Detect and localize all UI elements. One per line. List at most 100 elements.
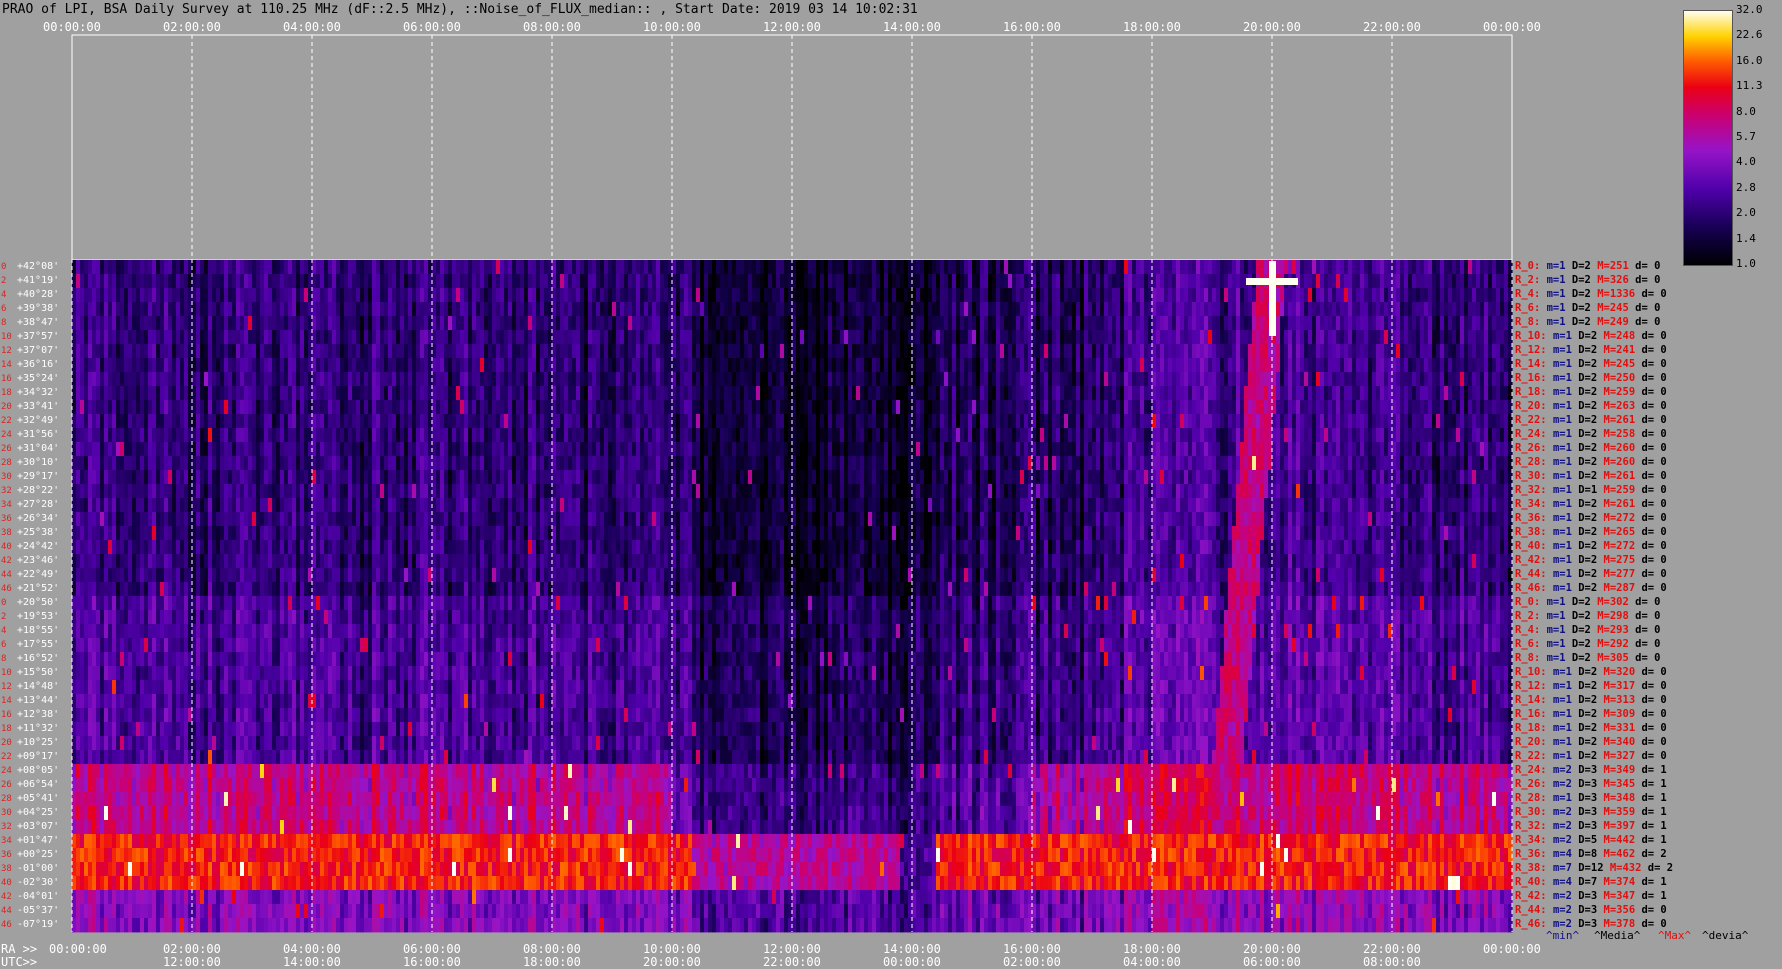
heatmap-cell [1116, 358, 1121, 372]
heatmap-cell [412, 302, 417, 316]
heatmap-cell [396, 344, 401, 358]
heatmap-cell [880, 372, 885, 386]
heatmap-cell [804, 428, 809, 442]
heatmap-cell [664, 302, 669, 316]
heatmap-cell [1192, 414, 1197, 428]
heatmap-cell [252, 400, 257, 414]
heatmap-cell [560, 442, 565, 456]
heatmap-cell [288, 428, 293, 442]
heatmap-cell [288, 316, 293, 330]
heatmap-cell [1272, 400, 1277, 414]
heatmap-cell [480, 414, 485, 428]
heatmap-cell [592, 428, 597, 442]
heatmap-cell [1088, 358, 1093, 372]
heatmap-cell [464, 428, 469, 442]
heatmap-cell [1020, 400, 1025, 414]
heatmap-cell [692, 330, 697, 344]
heatmap-cell [1176, 274, 1181, 288]
heatmap-cell [660, 414, 665, 428]
heatmap-cell [420, 414, 425, 428]
heatmap-cell [1160, 330, 1165, 344]
heatmap-cell [444, 302, 449, 316]
heatmap-cell [1140, 344, 1145, 358]
heatmap-cell [1004, 344, 1009, 358]
heatmap-cell [232, 274, 237, 288]
heatmap-cell [1072, 414, 1077, 428]
heatmap-cell [932, 302, 937, 316]
heatmap-cell [400, 428, 405, 442]
heatmap-cell [116, 428, 121, 442]
heatmap-cell [640, 372, 645, 386]
heatmap-cell [344, 372, 349, 386]
heatmap-cell [324, 428, 329, 442]
heatmap-cell [920, 344, 925, 358]
heatmap-cell [796, 414, 801, 428]
heatmap-cell [508, 274, 513, 288]
heatmap-cell [320, 344, 325, 358]
heatmap-cell [1492, 260, 1497, 274]
heatmap-cell [1348, 400, 1353, 414]
heatmap-cell [1192, 400, 1197, 414]
heatmap-cell [1112, 344, 1117, 358]
heatmap-cell [76, 302, 81, 316]
heatmap-cell [292, 358, 297, 372]
heatmap-cell [1492, 302, 1497, 316]
heatmap-cell [1320, 260, 1325, 274]
heatmap-cell [160, 274, 165, 288]
heatmap-cell [620, 428, 625, 442]
heatmap-cell [1176, 400, 1181, 414]
heatmap-cell [932, 288, 937, 302]
heatmap-cell [1276, 316, 1281, 330]
heatmap-cell [900, 274, 905, 288]
heatmap-cell [424, 372, 429, 386]
heatmap-cell [1352, 386, 1357, 400]
heatmap-cell [364, 358, 369, 372]
heatmap-cell [1112, 358, 1117, 372]
heatmap-cell [648, 274, 653, 288]
heatmap-cell [448, 428, 453, 442]
heatmap-cell [1496, 288, 1501, 302]
heatmap-cell [776, 260, 781, 274]
heatmap-cell [284, 442, 289, 456]
heatmap-cell [320, 386, 325, 400]
heatmap-cell [1136, 358, 1141, 372]
heatmap-cell [1112, 302, 1117, 316]
heatmap-cell [252, 302, 257, 316]
heatmap-cell [624, 372, 629, 386]
heatmap-cell [312, 414, 317, 428]
heatmap-cell [1224, 274, 1229, 288]
heatmap-cell [532, 316, 537, 330]
heatmap-cell [1456, 372, 1461, 386]
heatmap-cell [276, 302, 281, 316]
heatmap-cell [1492, 344, 1497, 358]
heatmap-cell [1208, 302, 1213, 316]
heatmap-cell [1008, 344, 1013, 358]
heatmap-cell [1344, 372, 1349, 386]
heatmap-cell [392, 274, 397, 288]
heatmap-cell [272, 274, 277, 288]
heatmap-cell [1440, 372, 1445, 386]
heatmap-cell [484, 288, 489, 302]
heatmap-cell [1484, 372, 1489, 386]
heatmap-cell [1428, 330, 1433, 344]
heatmap-cell [924, 442, 929, 456]
heatmap-cell [1180, 400, 1185, 414]
heatmap-cell [432, 274, 437, 288]
heatmap-cell [656, 358, 661, 372]
heatmap-cell [576, 400, 581, 414]
heatmap-cell [1144, 260, 1149, 274]
heatmap-cell [1036, 428, 1041, 442]
heatmap-cell [1264, 358, 1269, 372]
heatmap-cell [1472, 414, 1477, 428]
heatmap-cell [544, 400, 549, 414]
heatmap-cell [664, 442, 669, 456]
heatmap-cell [92, 442, 97, 456]
heatmap-cell [700, 260, 705, 274]
heatmap-cell [1356, 344, 1361, 358]
heatmap-cell [284, 372, 289, 386]
heatmap-cell [324, 260, 329, 274]
heatmap-cell [772, 316, 777, 330]
heatmap-cell [748, 260, 753, 274]
heatmap-cell [960, 414, 965, 428]
heatmap-cell [1180, 302, 1185, 316]
